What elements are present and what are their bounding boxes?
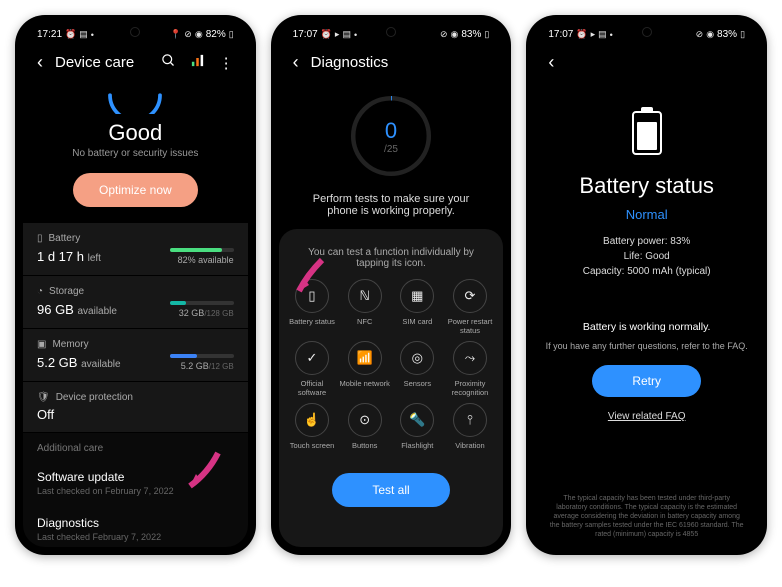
battery-large-icon: [632, 111, 662, 155]
header: ‹ Device care ⋮: [23, 44, 248, 81]
phone-battery-status: 17:07 ⏰▸▤• ⊘◉ 83% ▯ ‹ Battery status Nor…: [526, 15, 767, 555]
back-icon[interactable]: ‹: [548, 52, 554, 73]
battery-capacity: Capacity: 5000 mAh (typical): [534, 266, 759, 277]
software-item[interactable]: ✓Official software: [287, 341, 338, 397]
noti-icon: ▤: [79, 29, 88, 40]
progress-ring: 0 /25: [346, 91, 436, 181]
mobile-icon: 📶: [348, 341, 382, 375]
touch-item[interactable]: ☝Touch screen: [287, 403, 338, 459]
touch-icon: ☝: [295, 403, 329, 437]
memory-card[interactable]: ▣Memory 5.2 GB available 5.2 GB/12 GB: [23, 329, 248, 382]
status-battery: 83%: [461, 29, 481, 40]
dnd-icon: ⊘: [184, 29, 192, 40]
flashlight-icon: 🔦: [400, 403, 434, 437]
optimize-button[interactable]: Optimize now: [73, 173, 198, 207]
header-title: Device care: [55, 54, 134, 71]
faq-link[interactable]: View related FAQ: [534, 411, 759, 422]
nfc-item[interactable]: ℕNFC: [339, 279, 390, 335]
battery-icon: ▯: [37, 233, 43, 244]
more-icon[interactable]: ⋮: [219, 54, 234, 72]
battery-card[interactable]: ▯Battery 1 d 17 h left 82% available: [23, 223, 248, 276]
vibration-item[interactable]: ⫯Vibration: [445, 403, 496, 459]
vibration-icon: ⫯: [453, 403, 487, 437]
diag-subtext: You can test a function individually by …: [287, 241, 496, 279]
battery-power: Battery power: 83%: [534, 236, 759, 247]
protection-card[interactable]: 🛡Device protection Off: [23, 382, 248, 433]
power-item[interactable]: ⟳Power restart status: [445, 279, 496, 335]
nfc-icon: ℕ: [348, 279, 382, 313]
back-icon[interactable]: ‹: [293, 52, 299, 73]
status-battery: 82%: [206, 29, 226, 40]
back-icon[interactable]: ‹: [37, 52, 43, 73]
phone-diagnostics: 17:07 ⏰▸▤• ⊘◉ 83% ▯ ‹ Diagnostics 0 /25: [271, 15, 512, 555]
phone-device-care: 17:21 ⏰ ▤ • 📍 ⊘ ◉ 82% ▯ ‹ Device care ⋮: [15, 15, 256, 555]
header: ‹ Diagnostics: [279, 44, 504, 81]
diagnostics-grid: ▯Battery status ℕNFC ▦SIM card ⟳Power re…: [287, 279, 496, 459]
location-icon: 📍: [170, 29, 181, 40]
storage-card[interactable]: ◔Storage 96 GB available 32 GB/128 GB: [23, 276, 248, 329]
gauge-arc: [100, 89, 170, 114]
status-subtitle: No battery or security issues: [23, 148, 248, 159]
diagnostics-item[interactable]: Diagnostics Last checked February 7, 202…: [23, 506, 248, 547]
alarm-icon: ⏰: [65, 29, 76, 40]
ring-total: /25: [384, 144, 398, 155]
proximity-item[interactable]: ⤳Proximity recognition: [445, 341, 496, 397]
buttons-icon: ⊙: [348, 403, 382, 437]
power-icon: ⟳: [453, 279, 487, 313]
status-label: Normal: [534, 207, 759, 222]
memory-icon: ▣: [37, 339, 46, 350]
diag-text: Perform tests to make sure your phone is…: [279, 191, 504, 229]
faq-hint: If you have any further questions, refer…: [534, 341, 759, 351]
battery-life: Life: Good: [534, 251, 759, 262]
mobile-item[interactable]: 📶Mobile network: [339, 341, 390, 397]
sensors-icon: ◎: [400, 341, 434, 375]
sim-icon: ▦: [400, 279, 434, 313]
sensors-item[interactable]: ◎Sensors: [392, 341, 443, 397]
test-all-button[interactable]: Test all: [332, 473, 449, 507]
search-icon[interactable]: [161, 53, 176, 72]
software-icon: ✓: [295, 341, 329, 375]
sim-item[interactable]: ▦SIM card: [392, 279, 443, 335]
retry-button[interactable]: Retry: [592, 365, 701, 397]
normal-text: Battery is working normally.: [534, 321, 759, 333]
battery-icon: ▯: [229, 29, 234, 40]
header: ‹: [534, 44, 759, 81]
status-battery: 83%: [717, 29, 737, 40]
status-title: Good: [23, 120, 248, 146]
flashlight-item[interactable]: 🔦Flashlight: [392, 403, 443, 459]
dot-icon: •: [91, 30, 94, 40]
battery-icon: ▯: [295, 279, 329, 313]
software-update-item[interactable]: Software update Last checked on February…: [23, 460, 248, 506]
page-title: Battery status: [534, 173, 759, 199]
proximity-icon: ⤳: [453, 341, 487, 375]
shield-icon: 🛡: [37, 392, 50, 403]
chart-icon[interactable]: [190, 53, 205, 72]
status-time: 17:07: [293, 29, 318, 40]
battery-status-item[interactable]: ▯Battery status: [287, 279, 338, 335]
ring-current: 0: [385, 118, 397, 144]
status-time: 17:21: [37, 29, 62, 40]
wifi-icon: ◉: [195, 29, 203, 40]
disclaimer: The typical capacity has been tested und…: [534, 494, 759, 547]
status-time: 17:07: [548, 29, 573, 40]
header-title: Diagnostics: [311, 54, 389, 71]
additional-care-label: Additional care: [23, 433, 248, 460]
buttons-item[interactable]: ⊙Buttons: [339, 403, 390, 459]
storage-icon: ◔: [37, 286, 43, 297]
